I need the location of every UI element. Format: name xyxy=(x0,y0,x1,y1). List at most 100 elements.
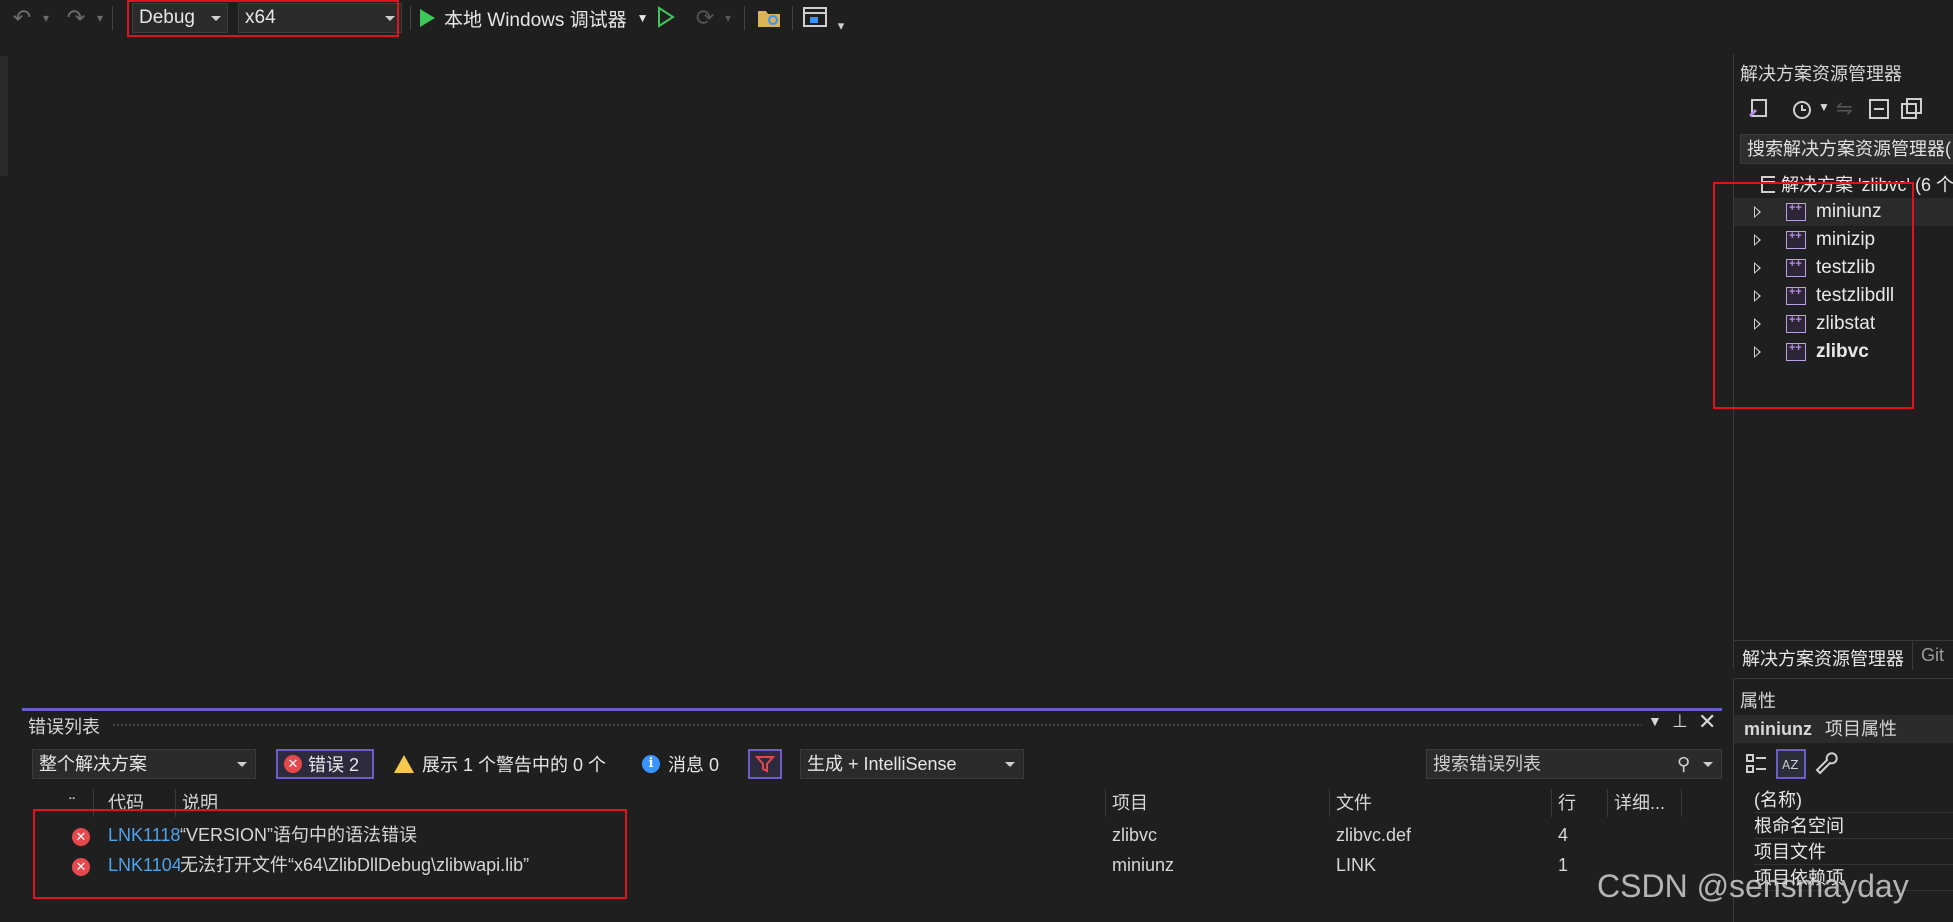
error-file: LINK xyxy=(1336,855,1377,875)
platform-select[interactable]: x64 xyxy=(238,3,402,33)
property-row[interactable]: 根命名空间 xyxy=(1754,813,1953,839)
chevron-down-icon xyxy=(211,16,221,21)
property-row[interactable]: 项目文件 xyxy=(1754,839,1953,865)
table-row[interactable]: ✕ LNK1118 “VERSION”语句中的语法错误 zlibvc zlibvc.de… xyxy=(22,821,1722,849)
scope-select[interactable]: 整个解决方案 xyxy=(32,749,256,779)
show-all-files-icon[interactable] xyxy=(1898,96,1924,122)
error-list-title: 错误列表 xyxy=(28,717,100,737)
expand-arrow-icon[interactable] xyxy=(1754,318,1761,330)
tree-item-project[interactable]: minizip xyxy=(1734,226,1953,254)
start-debugging-button[interactable]: 本地 Windows 调试器 ▼ xyxy=(418,3,649,33)
error-code-link[interactable]: LNK1118 xyxy=(108,821,180,849)
folder-search-icon[interactable] xyxy=(756,5,782,35)
collapse-all-icon[interactable] xyxy=(1866,96,1892,122)
solution-root-node[interactable]: 解决方案 'zlibvc' (6 个 xyxy=(1760,170,1953,198)
table-row[interactable]: ✕ LNK1104 无法打开文件“x64\ZlibDllDebug\zlibwapi… xyxy=(22,851,1722,879)
wrench-icon[interactable] xyxy=(1814,751,1840,777)
build-source-select[interactable]: 生成 + IntelliSense xyxy=(800,749,1024,779)
error-search-placeholder: 搜索错误列表 xyxy=(1433,754,1541,774)
expand-arrow-icon[interactable] xyxy=(1754,206,1761,218)
column-header-code[interactable]: 代码 xyxy=(102,789,176,817)
alphabetical-icon[interactable]: AZ xyxy=(1776,749,1806,779)
chevron-down-icon[interactable]: ▼ xyxy=(1818,100,1830,114)
expand-arrow-icon[interactable] xyxy=(1754,234,1761,246)
pin-icon[interactable]: ⊥ xyxy=(1672,711,1688,732)
column-header-line[interactable]: 行 xyxy=(1552,789,1608,817)
column-header-details[interactable]: 详细... xyxy=(1608,789,1682,817)
cpp-project-icon xyxy=(1786,230,1806,249)
sync-icon[interactable]: ⇋ xyxy=(1836,96,1853,121)
tab-git[interactable]: Git xyxy=(1912,641,1952,670)
left-tool-strip xyxy=(0,56,8,176)
tree-item-project[interactable]: zlibstat xyxy=(1734,310,1953,338)
error-project: miniunz xyxy=(1112,855,1175,875)
categorized-icon[interactable] xyxy=(1744,751,1770,777)
hot-reload-dropdown-icon[interactable]: ▾ xyxy=(722,4,734,32)
hot-reload-icon[interactable]: ⟳ xyxy=(690,4,720,32)
error-icon: ✕ xyxy=(284,755,302,773)
solution-explorer-search-input[interactable]: 搜索解决方案资源管理器( xyxy=(1740,134,1953,164)
configuration-value: Debug xyxy=(139,7,195,28)
tree-item-label: zlibstat xyxy=(1816,313,1876,334)
column-header-project[interactable]: 项目 xyxy=(1106,789,1330,817)
tree-item-label: minizip xyxy=(1816,229,1876,250)
tree-item-project[interactable]: zlibvc xyxy=(1734,338,1953,366)
errors-filter-button[interactable]: ✕ 错误 2 xyxy=(276,749,374,779)
start-debugging-label: 本地 Windows 调试器 xyxy=(444,9,627,31)
filter-toggle-button[interactable] xyxy=(748,749,782,779)
tree-item-label: zlibvc xyxy=(1816,341,1869,362)
close-icon[interactable]: ✕ xyxy=(1698,709,1716,735)
tree-item-project[interactable]: miniunz xyxy=(1734,198,1953,226)
undo-icon[interactable]: ↶ xyxy=(8,4,36,32)
column-header-file[interactable]: 文件 xyxy=(1330,789,1552,817)
configuration-select[interactable]: Debug xyxy=(132,3,228,33)
cpp-project-icon xyxy=(1786,258,1806,277)
property-row[interactable]: (名称) xyxy=(1754,787,1953,813)
switch-views-icon[interactable] xyxy=(1748,96,1774,122)
solution-root-label: 解决方案 'zlibvc' (6 个 xyxy=(1781,175,1953,195)
undo-dropdown-icon[interactable]: ▾ xyxy=(40,4,52,32)
platform-value: x64 xyxy=(245,7,276,28)
cpp-project-icon xyxy=(1786,342,1806,361)
toolbar-overflow-icon[interactable]: ▾ xyxy=(834,12,848,40)
expand-arrow-icon[interactable] xyxy=(1754,346,1761,358)
column-header-description[interactable]: 说明 xyxy=(176,789,1106,817)
solution-icon xyxy=(1761,176,1776,193)
messages-count-label: 消息 0 xyxy=(668,755,720,775)
solution-explorer-toolbar: ▼ ⇋ xyxy=(1742,96,1952,124)
redo-dropdown-icon[interactable]: ▾ xyxy=(94,4,106,32)
warnings-filter-button[interactable]: 展示 1 个警告中的 0 个 xyxy=(394,749,606,779)
error-description: 无法打开文件“x64\ZlibDllDebug\zlibwapi.lib” xyxy=(180,855,530,875)
tree-item-project[interactable]: testzlib xyxy=(1734,254,1953,282)
play-icon xyxy=(420,9,435,27)
error-list-panel: 错误列表 ▼ ⊥ ✕ 整个解决方案 ✕ 错误 2 展示 1 个警告中的 0 个 … xyxy=(22,708,1722,922)
tree-item-label: testzlibdll xyxy=(1816,285,1895,306)
redo-icon[interactable]: ↷ xyxy=(62,4,90,32)
error-file: zlibvc.def xyxy=(1336,825,1412,845)
history-icon[interactable] xyxy=(1790,96,1816,122)
toolbar-separator xyxy=(410,6,411,30)
chevron-down-icon xyxy=(385,16,395,21)
chevron-down-icon[interactable]: ▼ xyxy=(637,11,649,25)
error-code-link[interactable]: LNK1104 xyxy=(108,851,180,879)
expand-arrow-icon[interactable] xyxy=(1754,262,1761,274)
errors-count-label: 错误 2 xyxy=(308,755,360,775)
error-search-input[interactable]: 搜索错误列表 ⚲ xyxy=(1426,749,1722,779)
build-source-value: 生成 + IntelliSense xyxy=(807,754,957,774)
chevron-down-icon[interactable]: ▼ xyxy=(1648,713,1662,729)
window-layout-icon[interactable] xyxy=(802,5,828,35)
expand-arrow-icon[interactable] xyxy=(1754,290,1761,302)
start-without-debugging-button[interactable] xyxy=(656,6,676,34)
tree-item-label: testzlib xyxy=(1816,257,1876,278)
error-line: 1 xyxy=(1558,855,1569,875)
tree-item-project[interactable]: testzlibdll xyxy=(1734,282,1953,310)
toolbar-separator xyxy=(112,6,113,30)
error-list-titlebar: 错误列表 ▼ ⊥ ✕ xyxy=(22,709,1722,737)
messages-filter-button[interactable]: i 消息 0 xyxy=(642,749,719,779)
column-sort-handle[interactable]: ⠉ xyxy=(62,789,94,817)
properties-object-type: 项目属性 xyxy=(1825,719,1898,739)
error-icon: ✕ xyxy=(72,821,96,849)
properties-object-header[interactable]: miniunz 项目属性 xyxy=(1734,715,1953,743)
tab-solution-explorer[interactable]: 解决方案资源管理器 xyxy=(1734,641,1912,670)
error-project: zlibvc xyxy=(1112,825,1158,845)
